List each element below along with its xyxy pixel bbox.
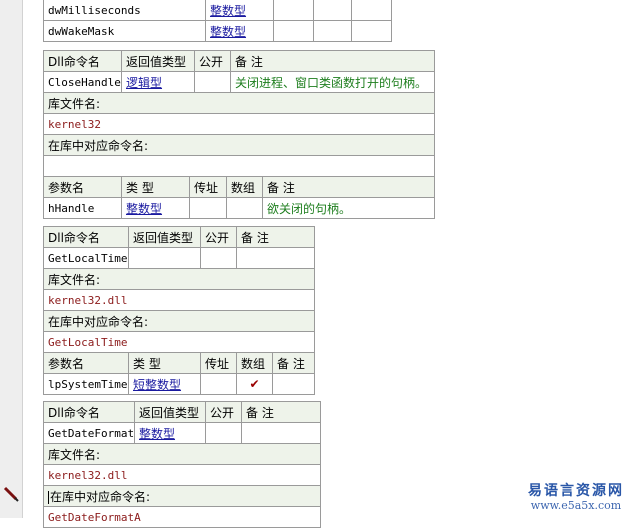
header-byref: 传址	[189, 176, 227, 198]
header-byref: 传址	[200, 352, 237, 374]
lib-command-label: 在库中对应命令名:	[43, 134, 435, 156]
param-table-getlocaltime: 参数名 类 型 传址 数组 备 注 lpSystemTime 短整数型 ✔	[43, 352, 315, 395]
header-note: 备 注	[272, 352, 315, 374]
param-array[interactable]	[226, 197, 263, 219]
dll-name-cell[interactable]: GetLocalTime	[43, 247, 129, 269]
site-watermark: 易语言资源网 www.e5a5x.com	[512, 483, 640, 513]
pencil-icon	[3, 486, 19, 502]
param-name[interactable]: dwWakeMask	[43, 20, 206, 42]
lib-command-label-row: 在库中对应命令名:	[43, 485, 321, 507]
header-note: 备 注	[241, 401, 321, 423]
table-row: dwMilliseconds 整数型	[43, 0, 392, 21]
param-name[interactable]: lpSystemTime	[43, 373, 129, 395]
header-return-type: 返回值类型	[134, 401, 206, 423]
header-note: 备 注	[236, 226, 315, 248]
param-array[interactable]	[313, 20, 352, 42]
table-row: hHandle 整数型 欲关闭的句柄。	[43, 197, 435, 219]
header-type: 类 型	[128, 352, 201, 374]
dll-command-closehandle: Dll命令名 返回值类型 公开 备 注 CloseHandle 逻辑型 关闭进程…	[43, 50, 435, 177]
lib-command-value[interactable]: GetLocalTime	[43, 331, 315, 353]
param-table-closehandle: 参数名 类 型 传址 数组 备 注 hHandle 整数型 欲关闭的句柄。	[43, 176, 435, 219]
header-dll-name: Dll命令名	[43, 226, 129, 248]
return-type-cell[interactable]: 整数型	[134, 422, 206, 444]
header-return-type: 返回值类型	[121, 50, 195, 72]
lib-file-label: 库文件名:	[43, 443, 321, 465]
lib-command-label: 在库中对应命令名:	[43, 310, 315, 332]
header-return-type: 返回值类型	[128, 226, 201, 248]
param-note[interactable]	[351, 0, 392, 21]
header-public: 公开	[194, 50, 231, 72]
param-array[interactable]	[313, 0, 352, 21]
header-public: 公开	[200, 226, 237, 248]
watermark-url: www.e5a5x.com	[530, 499, 622, 512]
param-type[interactable]: 短整数型	[128, 373, 201, 395]
note-cell[interactable]	[236, 247, 315, 269]
public-cell[interactable]	[194, 71, 231, 93]
dll-command-getlocaltime: Dll命令名 返回值类型 公开 备 注 GetLocalTime 库文件名: k…	[43, 226, 315, 353]
header-public: 公开	[205, 401, 242, 423]
param-table-top: dwMilliseconds 整数型 dwWakeMask 整数型	[43, 0, 392, 42]
dll-name-cell[interactable]: CloseHandle	[43, 71, 122, 93]
header-array: 数组	[236, 352, 273, 374]
param-note[interactable]	[351, 20, 392, 42]
lib-command-value[interactable]	[43, 155, 435, 177]
param-byref[interactable]	[189, 197, 227, 219]
header-param-name: 参数名	[43, 176, 122, 198]
header-type: 类 型	[121, 176, 190, 198]
lib-file-value[interactable]: kernel32.dll	[43, 289, 315, 311]
param-byref[interactable]	[273, 0, 314, 21]
lib-file-value[interactable]: kernel32	[43, 113, 435, 135]
header-dll-name: Dll命令名	[43, 50, 122, 72]
public-cell[interactable]	[205, 422, 242, 444]
lib-file-label: 库文件名:	[43, 268, 315, 290]
lib-file-value[interactable]: kernel32.dll	[43, 464, 321, 486]
header-param-name: 参数名	[43, 352, 129, 374]
param-note[interactable]: 欲关闭的句柄。	[262, 197, 435, 219]
param-type[interactable]: 整数型	[205, 20, 274, 42]
param-byref[interactable]	[273, 20, 314, 42]
dll-command-getdateformat: Dll命令名 返回值类型 公开 备 注 GetDateFormat 整数型 库文…	[43, 401, 321, 528]
note-cell[interactable]	[241, 422, 321, 444]
text-cursor	[48, 490, 49, 504]
lib-command-value[interactable]: GetDateFormatA	[43, 506, 321, 528]
return-type-cell[interactable]	[128, 247, 201, 269]
return-type-cell[interactable]: 逻辑型	[121, 71, 195, 93]
param-type[interactable]: 整数型	[205, 0, 274, 21]
table-row: lpSystemTime 短整数型 ✔	[43, 373, 315, 395]
param-note[interactable]	[272, 373, 315, 395]
note-cell[interactable]: 关闭进程、窗口类函数打开的句柄。	[230, 71, 435, 93]
header-dll-name: Dll命令名	[43, 401, 135, 423]
table-row: dwWakeMask 整数型	[43, 20, 392, 42]
editor-gutter	[0, 0, 23, 518]
lib-command-label: 在库中对应命令名:	[50, 489, 151, 504]
array-check-icon[interactable]: ✔	[236, 373, 273, 395]
param-name[interactable]: hHandle	[43, 197, 122, 219]
header-array: 数组	[226, 176, 263, 198]
dll-name-cell[interactable]: GetDateFormat	[43, 422, 135, 444]
param-type[interactable]: 整数型	[121, 197, 190, 219]
watermark-title: 易语言资源网	[528, 483, 624, 499]
lib-file-label: 库文件名:	[43, 92, 435, 114]
param-name[interactable]: dwMilliseconds	[43, 0, 206, 21]
header-note: 备 注	[230, 50, 435, 72]
header-note: 备 注	[262, 176, 435, 198]
public-cell[interactable]	[200, 247, 237, 269]
param-byref[interactable]	[200, 373, 237, 395]
